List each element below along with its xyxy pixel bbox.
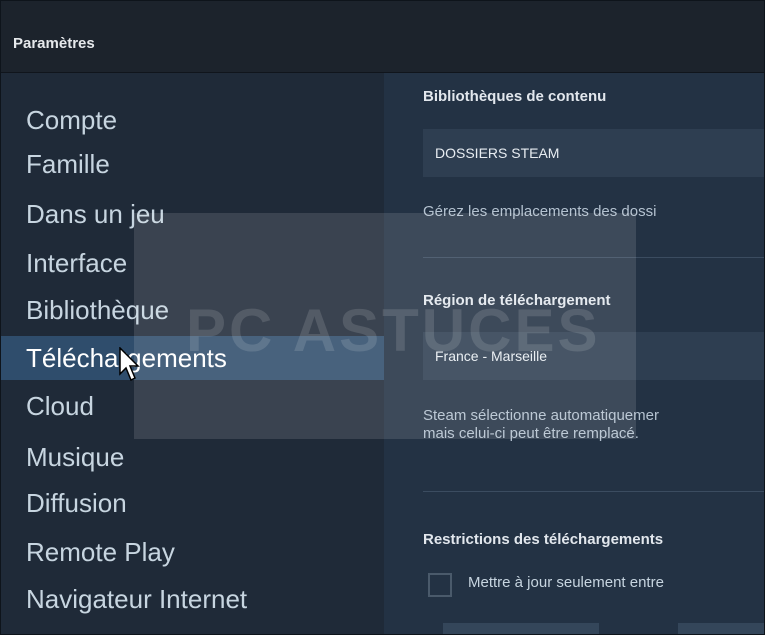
settings-window: Paramètres Compte Famille Dans un jeu In… <box>0 0 765 635</box>
update-time-restriction-checkbox[interactable] <box>428 573 452 597</box>
mouse-cursor-icon <box>119 347 140 382</box>
restrictions-section-label: Restrictions des téléchargements <box>423 531 664 548</box>
sidebar-item-compte[interactable]: Compte <box>1 98 384 142</box>
section-divider <box>423 491 764 492</box>
sidebar-item-musique[interactable]: Musique <box>1 435 384 479</box>
sidebar-item-diffusion[interactable]: Diffusion <box>1 481 384 525</box>
libraries-section-label: Bibliothèques de contenu <box>423 88 607 105</box>
sidebar-item-remote-play[interactable]: Remote Play <box>1 530 384 574</box>
start-time-select[interactable] <box>443 623 599 634</box>
end-time-select[interactable] <box>678 623 764 634</box>
title-bar: Paramètres <box>1 1 764 73</box>
watermark-logo-text: PC ASTUCES <box>186 297 601 364</box>
sidebar-item-famille[interactable]: Famille <box>1 142 384 186</box>
sidebar-item-navigateur-internet[interactable]: Navigateur Internet <box>1 577 384 621</box>
update-time-restriction-label: Mettre à jour seulement entre <box>468 574 664 591</box>
steam-folders-button[interactable]: DOSSIERS STEAM <box>423 129 764 177</box>
window-title: Paramètres <box>13 35 95 52</box>
